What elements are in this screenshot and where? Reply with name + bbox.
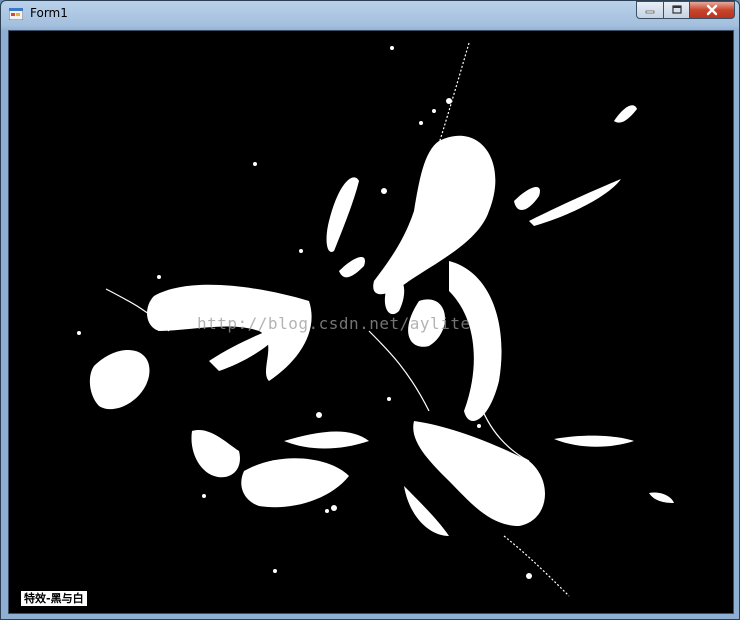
title-bar[interactable]: Form1 [1, 1, 739, 27]
maximize-icon [671, 5, 682, 14]
effect-label: 特效-黑与白 [21, 591, 87, 606]
close-icon [706, 4, 718, 16]
watermark-text: http://blog.csdn.net/aylite [197, 314, 471, 333]
maximize-button[interactable] [663, 1, 689, 19]
minimize-icon [645, 10, 655, 14]
minimize-button[interactable] [636, 1, 663, 19]
picture-box: http://blog.csdn.net/aylite 特效-黑与白 [8, 30, 734, 614]
app-window: Form1 http://blog.csdn.net/aylite 特效-黑与白 [0, 0, 740, 620]
close-button[interactable] [689, 1, 735, 19]
window-title: Form1 [30, 6, 68, 20]
caption-buttons [636, 1, 735, 19]
app-icon [9, 8, 23, 20]
